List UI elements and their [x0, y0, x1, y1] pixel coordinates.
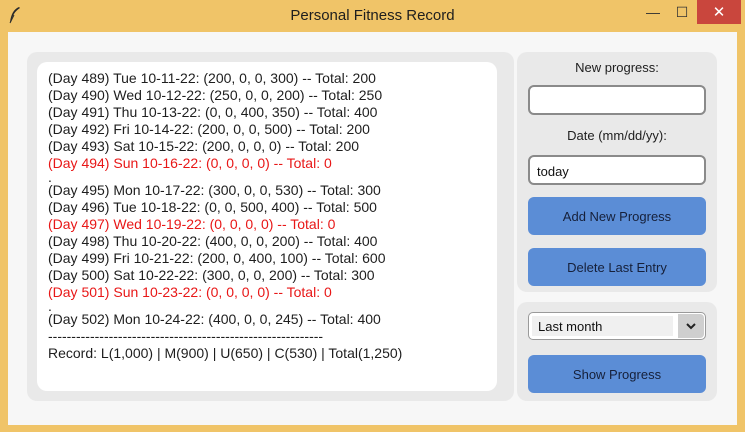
range-select[interactable]: Last month: [528, 312, 706, 340]
log-line: (Day 489) Tue 10-11-22: (200, 0, 0, 300)…: [48, 70, 376, 86]
app-window: Personal Fitness Record — ☐ ✕ (Day 489) …: [0, 0, 745, 432]
maximize-button[interactable]: ☐: [668, 0, 696, 24]
log-line: (Day 499) Fri 10-21-22: (200, 0, 400, 10…: [48, 250, 386, 266]
log-line: Record: L(1,000) | M(900) | U(650) | C(5…: [48, 345, 403, 361]
log-line: (Day 496) Tue 10-18-22: (0, 0, 500, 400)…: [48, 199, 377, 215]
log-line: (Day 498) Thu 10-20-22: (400, 0, 0, 200)…: [48, 233, 378, 249]
date-label: Date (mm/dd/yy):: [567, 128, 667, 143]
log-line: (Day 493) Sat 10-15-22: (200, 0, 0, 0) -…: [48, 138, 360, 154]
date-input[interactable]: today: [528, 155, 706, 185]
log-line: (Day 491) Thu 10-13-22: (0, 0, 400, 350)…: [48, 104, 378, 120]
log-line: (Day 497) Wed 10-19-22: (0, 0, 0, 0) -- …: [48, 216, 336, 232]
show-progress-button[interactable]: Show Progress: [528, 355, 706, 393]
range-select-value: Last month: [532, 316, 673, 336]
log-line: (Day 501) Sun 10-23-22: (0, 0, 0, 0) -- …: [48, 284, 332, 300]
window-title: Personal Fitness Record: [290, 7, 455, 24]
title-bar[interactable]: Personal Fitness Record — ☐ ✕: [0, 0, 745, 32]
add-progress-button[interactable]: Add New Progress: [528, 197, 706, 235]
minimize-button[interactable]: —: [639, 0, 667, 24]
log-line: (Day 492) Fri 10-14-22: (200, 0, 0, 500)…: [48, 121, 370, 137]
log-line: (Day 490) Wed 10-12-22: (250, 0, 0, 200)…: [48, 87, 383, 103]
log-line: .: [48, 169, 52, 185]
entry-panel: New progress: Date (mm/dd/yy): today Add…: [517, 52, 717, 292]
progress-input[interactable]: [528, 85, 706, 115]
progress-log[interactable]: (Day 489) Tue 10-11-22: (200, 0, 0, 300)…: [37, 62, 497, 391]
log-line: ----------------------------------------…: [48, 328, 324, 344]
view-panel: Last month Show Progress: [517, 302, 717, 401]
log-line: .: [48, 298, 52, 314]
chevron-down-icon[interactable]: [678, 314, 704, 338]
log-line: (Day 502) Mon 10-24-22: (400, 0, 0, 245)…: [48, 311, 381, 327]
close-button[interactable]: ✕: [697, 0, 741, 24]
log-panel: (Day 489) Tue 10-11-22: (200, 0, 0, 300)…: [27, 52, 514, 401]
progress-label: New progress:: [575, 60, 659, 75]
log-line: (Day 495) Mon 10-17-22: (300, 0, 0, 530)…: [48, 182, 381, 198]
client-area: (Day 489) Tue 10-11-22: (200, 0, 0, 300)…: [8, 32, 737, 425]
log-line: (Day 500) Sat 10-22-22: (300, 0, 0, 200)…: [48, 267, 375, 283]
delete-entry-button[interactable]: Delete Last Entry: [528, 248, 706, 286]
log-line: (Day 494) Sun 10-16-22: (0, 0, 0, 0) -- …: [48, 155, 332, 171]
